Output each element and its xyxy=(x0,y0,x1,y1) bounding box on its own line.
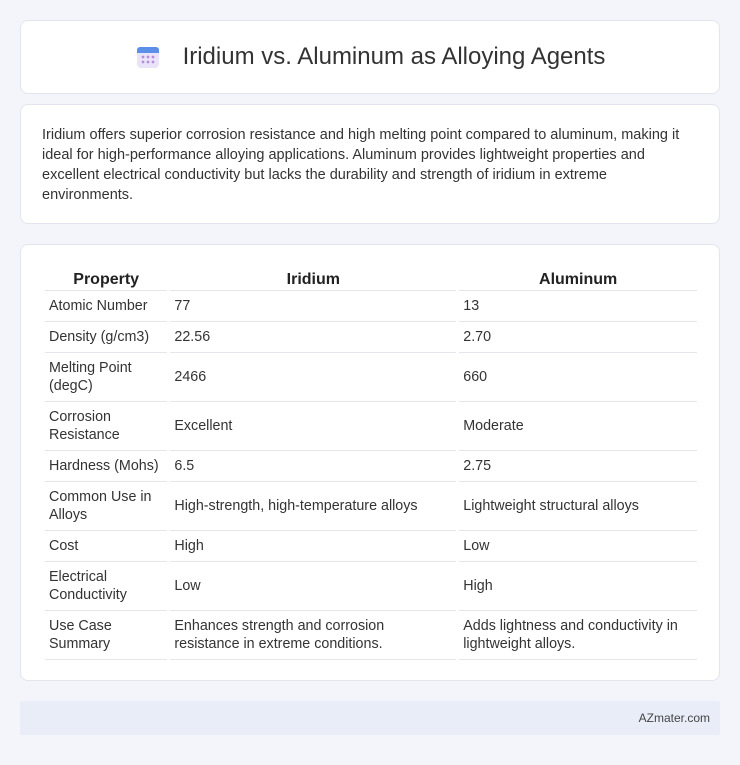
summary-text: Iridium offers superior corrosion resist… xyxy=(42,127,680,203)
cell-property: Corrosion Resistance xyxy=(45,402,168,451)
table-row: Electrical Conductivity Low High xyxy=(45,562,697,611)
cell-aluminum: 2.70 xyxy=(459,322,697,353)
cell-property: Melting Point (degC) xyxy=(45,353,168,402)
table-row: Density (g/cm3) 22.56 2.70 xyxy=(45,322,697,353)
cell-iridium: 2466 xyxy=(170,353,457,402)
table-row: Atomic Number 77 13 xyxy=(45,291,697,322)
cell-property: Hardness (Mohs) xyxy=(45,451,168,482)
table-row: Common Use in Alloys High-strength, high… xyxy=(45,482,697,531)
cell-property: Atomic Number xyxy=(45,291,168,322)
cell-iridium: 22.56 xyxy=(170,322,457,353)
header-property: Property xyxy=(45,265,168,291)
cell-property: Density (g/cm3) xyxy=(45,322,168,353)
footer: AZmater.com xyxy=(20,701,720,735)
cell-iridium: High xyxy=(170,531,457,562)
cell-property: Electrical Conductivity xyxy=(45,562,168,611)
cell-aluminum: Adds lightness and conductivity in light… xyxy=(459,611,697,660)
table-row: Hardness (Mohs) 6.5 2.75 xyxy=(45,451,697,482)
table-row: Corrosion Resistance Excellent Moderate xyxy=(45,402,697,451)
comparison-table: Property Iridium Aluminum Atomic Number … xyxy=(42,265,700,660)
cell-aluminum: Lightweight structural alloys xyxy=(459,482,697,531)
table-row: Use Case Summary Enhances strength and c… xyxy=(45,611,697,660)
cell-iridium: 77 xyxy=(170,291,457,322)
cell-aluminum: Moderate xyxy=(459,402,697,451)
page-title: Iridium vs. Aluminum as Alloying Agents xyxy=(182,43,606,70)
footer-source-text: AZmater.com xyxy=(638,711,710,725)
comparison-table-card: Property Iridium Aluminum Atomic Number … xyxy=(20,244,720,681)
cell-aluminum: High xyxy=(459,562,697,611)
table-row: Melting Point (degC) 2466 660 xyxy=(45,353,697,402)
table-row: Cost High Low xyxy=(45,531,697,562)
cell-iridium: Low xyxy=(170,562,457,611)
title-card: Iridium vs. Aluminum as Alloying Agents xyxy=(20,20,720,94)
cell-aluminum: 660 xyxy=(459,353,697,402)
summary-card: Iridium offers superior corrosion resist… xyxy=(20,104,720,224)
cell-iridium: 6.5 xyxy=(170,451,457,482)
cell-iridium: High-strength, high-temperature alloys xyxy=(170,482,457,531)
cell-iridium: Enhances strength and corrosion resistan… xyxy=(170,611,457,660)
header-aluminum: Aluminum xyxy=(459,265,697,291)
cell-property: Common Use in Alloys xyxy=(45,482,168,531)
cell-aluminum: 2.75 xyxy=(459,451,697,482)
table-header-row: Property Iridium Aluminum xyxy=(45,265,697,291)
cell-property: Cost xyxy=(45,531,168,562)
calendar-icon xyxy=(136,47,159,68)
cell-iridium: Excellent xyxy=(170,402,457,451)
header-iridium: Iridium xyxy=(170,265,457,291)
cell-aluminum: 13 xyxy=(459,291,697,322)
cell-aluminum: Low xyxy=(459,531,697,562)
cell-property: Use Case Summary xyxy=(45,611,168,660)
